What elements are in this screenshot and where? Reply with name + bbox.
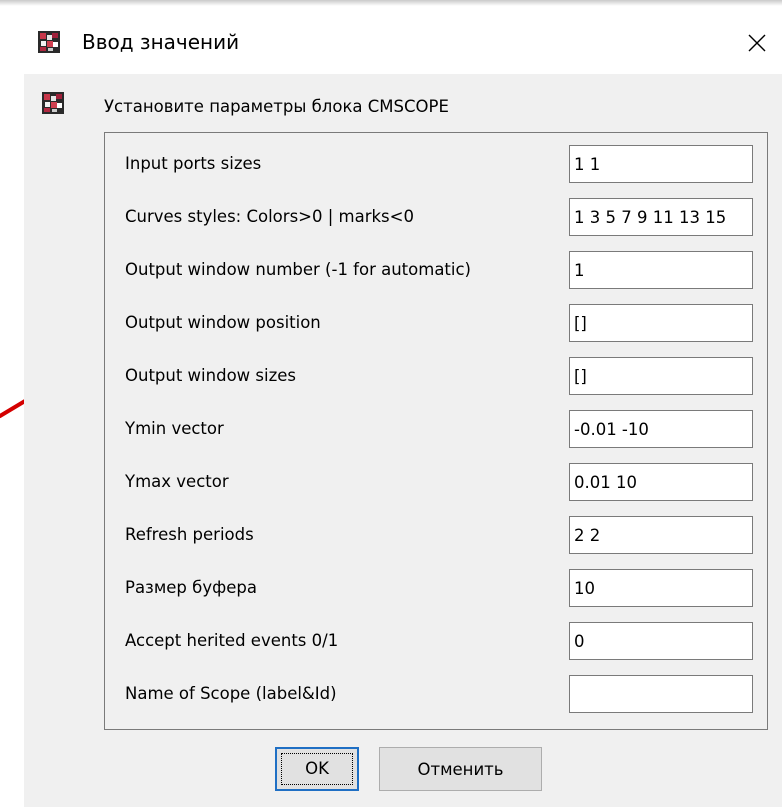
param-row-refresh-periods: Refresh periods <box>105 514 769 556</box>
cancel-button[interactable]: Отменить <box>379 747 542 791</box>
scilab-block-icon <box>42 92 64 114</box>
param-row-accept-herited-events: Accept herited events 0/1 <box>105 620 769 662</box>
screenshot-canvas: Ввод значений Установите параметры блока… <box>0 0 782 807</box>
ok-button-label: OK <box>305 759 329 778</box>
param-label: Output window position <box>125 313 321 332</box>
param-row-ymin-vector: Ymin vector <box>105 408 769 450</box>
param-label: Curves styles: Colors>0 | marks<0 <box>125 207 414 226</box>
ymin-vector-field[interactable] <box>569 410 753 448</box>
dialog-prompt: Установите параметры блока CMSCOPE <box>104 97 449 116</box>
param-row-input-ports-sizes: Input ports sizes <box>105 143 769 185</box>
param-label: Ymin vector <box>125 419 224 438</box>
param-label: Refresh periods <box>125 525 254 544</box>
param-label: Размер буфера <box>125 578 257 597</box>
param-row-curves-styles: Curves styles: Colors>0 | marks<0 <box>105 196 769 238</box>
close-button[interactable] <box>732 20 782 66</box>
buffer-size-field[interactable] <box>569 569 753 607</box>
output-window-position-field[interactable] <box>569 304 753 342</box>
param-label: Input ports sizes <box>125 154 262 173</box>
param-label: Output window number (-1 for automatic) <box>125 260 471 279</box>
param-label: Output window sizes <box>125 366 296 385</box>
input-ports-sizes-field[interactable] <box>569 145 753 183</box>
ok-button[interactable]: OK <box>275 747 359 791</box>
param-label: Name of Scope (label&Id) <box>125 684 337 703</box>
screen-edge <box>0 0 782 6</box>
param-row-output-window-sizes: Output window sizes <box>105 355 769 397</box>
curves-styles-field[interactable] <box>569 198 753 236</box>
output-window-sizes-field[interactable] <box>569 357 753 395</box>
scilab-app-icon <box>38 31 60 53</box>
parameter-panel: Input ports sizes Curves styles: Colors>… <box>104 132 768 730</box>
param-row-name-of-scope: Name of Scope (label&Id) <box>105 673 769 715</box>
accept-herited-events-field[interactable] <box>569 622 753 660</box>
param-label: Ymax vector <box>125 472 229 491</box>
ymax-vector-field[interactable] <box>569 463 753 501</box>
param-row-output-window-number: Output window number (-1 for automatic) <box>105 249 769 291</box>
param-label: Accept herited events 0/1 <box>125 631 339 650</box>
input-values-dialog: Ввод значений Установите параметры блока… <box>24 8 782 807</box>
title-bar: Ввод значений <box>24 8 782 74</box>
output-window-number-field[interactable] <box>569 251 753 289</box>
param-row-buffer-size: Размер буфера <box>105 567 769 609</box>
close-icon <box>748 34 766 52</box>
param-row-output-window-position: Output window position <box>105 302 769 344</box>
name-of-scope-field[interactable] <box>569 675 753 713</box>
refresh-periods-field[interactable] <box>569 516 753 554</box>
param-row-ymax-vector: Ymax vector <box>105 461 769 503</box>
window-title: Ввод значений <box>82 30 240 54</box>
